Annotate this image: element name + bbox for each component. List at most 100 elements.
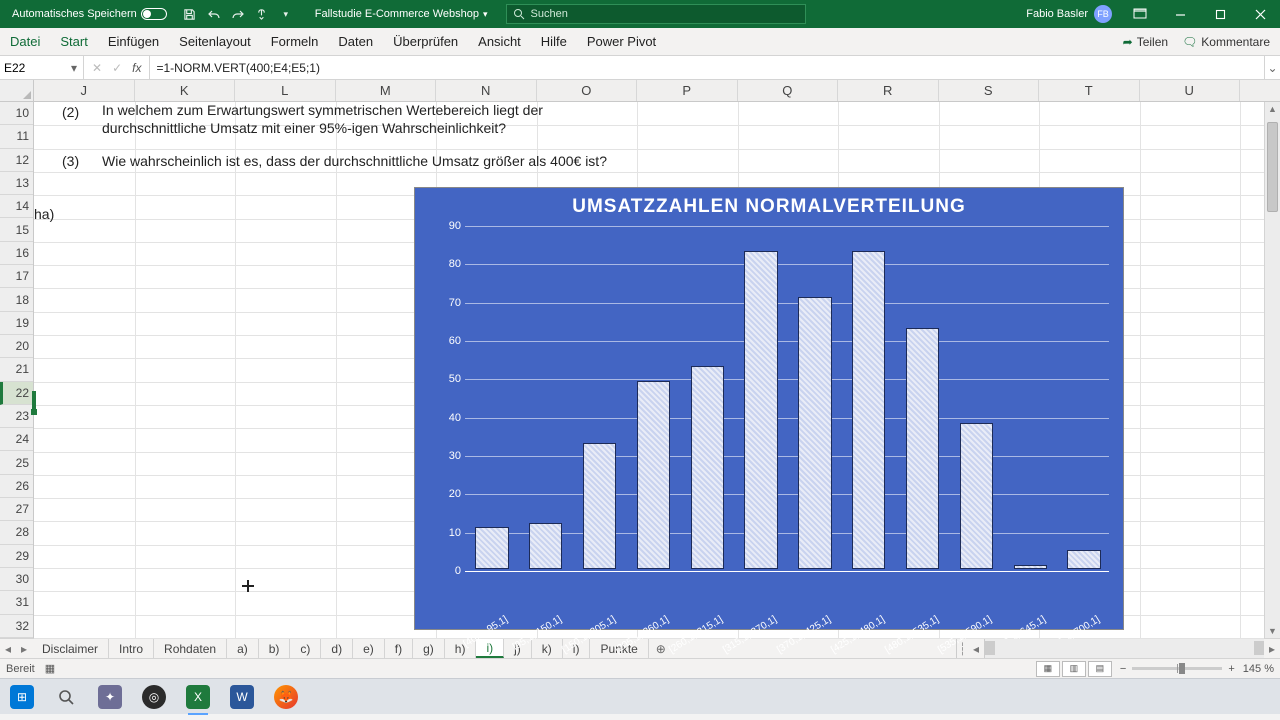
cancel-formula-icon[interactable]: ✕ [92, 61, 102, 75]
expand-formula-icon[interactable]: ⌄ [1264, 56, 1280, 79]
select-all-corner[interactable] [0, 80, 34, 101]
chart-bar[interactable] [852, 251, 885, 569]
row-header[interactable]: 22 [0, 382, 33, 405]
share-button[interactable]: ➦Teilen [1123, 35, 1168, 49]
sheet-tab[interactable]: f) [385, 639, 413, 658]
chart-bar[interactable] [475, 527, 508, 569]
chart-bar[interactable] [1067, 550, 1100, 569]
sheet-nav-prev-icon[interactable]: ▸ [16, 639, 32, 658]
accept-formula-icon[interactable]: ✓ [112, 61, 122, 75]
column-header[interactable]: J [34, 80, 135, 101]
sheet-tab[interactable]: e) [353, 639, 385, 658]
scroll-up-icon[interactable]: ▲ [1265, 102, 1280, 116]
worksheet-area[interactable]: 1011121314151617181920212223242526272829… [0, 102, 1280, 638]
sheet-nav-first-icon[interactable]: ◂ [0, 639, 16, 658]
chart-bar[interactable] [529, 523, 562, 569]
column-header[interactable]: K [135, 80, 236, 101]
vertical-scrollbar[interactable]: ▲ ▼ [1264, 102, 1280, 638]
chart-bar[interactable] [691, 366, 724, 569]
chart-bar[interactable] [906, 328, 939, 570]
sheet-tab[interactable]: d) [321, 639, 353, 658]
column-header[interactable]: N [436, 80, 537, 101]
column-header[interactable]: R [838, 80, 939, 101]
taskbar-search-icon[interactable] [46, 679, 86, 715]
row-header[interactable]: 31 [0, 591, 33, 614]
zoom-value[interactable]: 145 % [1243, 663, 1274, 675]
sheet-tab[interactable]: Disclaimer [32, 639, 109, 658]
scroll-down-icon[interactable]: ▼ [1265, 624, 1280, 638]
redo-icon[interactable] [231, 7, 245, 21]
chart-bar[interactable] [744, 251, 777, 569]
scrollbar-thumb[interactable] [1267, 122, 1278, 212]
taskbar-obs[interactable]: ◎ [134, 679, 174, 715]
row-header[interactable]: 14 [0, 195, 33, 218]
qat-customize-icon[interactable]: ▾ [279, 7, 293, 21]
tab-ansicht[interactable]: Ansicht [468, 28, 531, 55]
column-header[interactable]: S [939, 80, 1040, 101]
chart-bar[interactable] [583, 443, 616, 570]
formula-input[interactable]: =1-NORM.VERT(400;E4;E5;1) [150, 56, 1264, 79]
name-box[interactable]: E22 ▾ [0, 56, 84, 79]
sheet-tab[interactable]: Intro [109, 639, 154, 658]
row-header[interactable]: 18 [0, 288, 33, 311]
chart-bar[interactable] [798, 297, 831, 569]
cell-grid[interactable]: (2) In welchem zum Erwartungswert symmet… [34, 102, 1264, 638]
column-header[interactable]: O [537, 80, 638, 101]
chart-bar[interactable] [1014, 565, 1047, 569]
row-header[interactable]: 17 [0, 265, 33, 288]
zoom-control[interactable]: − + [1120, 663, 1235, 675]
chart-bar[interactable] [637, 381, 670, 569]
fx-icon[interactable]: fx [132, 61, 141, 75]
column-header[interactable]: T [1039, 80, 1140, 101]
tab-ueberpruefen[interactable]: Überprüfen [383, 28, 468, 55]
row-header[interactable]: 23 [0, 405, 33, 428]
row-header[interactable]: 16 [0, 242, 33, 265]
column-header[interactable]: Q [738, 80, 839, 101]
chart-bar[interactable] [960, 423, 993, 569]
tab-powerpivot[interactable]: Power Pivot [577, 28, 666, 55]
touch-icon[interactable] [255, 7, 269, 21]
row-header[interactable]: 19 [0, 312, 33, 335]
start-button[interactable]: ⊞ [2, 679, 42, 715]
sheet-tab[interactable]: b) [259, 639, 291, 658]
macro-record-icon[interactable]: ▦ [45, 662, 55, 675]
sheet-tab[interactable]: c) [290, 639, 321, 658]
row-header[interactable]: 15 [0, 218, 33, 241]
zoom-out-icon[interactable]: − [1120, 663, 1126, 675]
column-header[interactable]: U [1140, 80, 1241, 101]
tab-formeln[interactable]: Formeln [261, 28, 329, 55]
row-header[interactable]: 28 [0, 521, 33, 544]
view-normal-button[interactable]: ▦ [1036, 661, 1060, 677]
autosave-toggle[interactable]: Automatisches Speichern [6, 8, 173, 20]
chevron-down-icon[interactable]: ▾ [67, 59, 81, 77]
row-header[interactable]: 21 [0, 358, 33, 381]
row-header[interactable]: 13 [0, 172, 33, 195]
tab-start[interactable]: Start [50, 28, 97, 55]
row-header[interactable]: 24 [0, 428, 33, 451]
sheet-tab[interactable]: Rohdaten [154, 639, 227, 658]
document-title[interactable]: Fallstudie E-Commerce Webshop ▾ [297, 8, 506, 20]
save-icon[interactable] [183, 7, 197, 21]
tab-seitenlayout[interactable]: Seitenlayout [169, 28, 261, 55]
account-button[interactable]: Fabio Basler FB [1018, 5, 1120, 23]
zoom-in-icon[interactable]: + [1228, 663, 1234, 675]
taskbar-app-1[interactable]: ✦ [90, 679, 130, 715]
undo-icon[interactable] [207, 7, 221, 21]
taskbar-firefox[interactable]: 🦊 [266, 679, 306, 715]
close-button[interactable] [1240, 0, 1280, 28]
chart[interactable]: UMSATZZAHLEN NORMALVERTEILUNG 0102030405… [414, 187, 1124, 630]
sheet-tab[interactable]: a) [227, 639, 259, 658]
view-pagelayout-button[interactable]: ▥ [1062, 661, 1086, 677]
row-header[interactable]: 29 [0, 545, 33, 568]
taskbar-excel[interactable]: X [178, 679, 218, 715]
search-box[interactable]: Suchen [506, 4, 806, 24]
column-header[interactable]: M [336, 80, 437, 101]
column-header[interactable]: P [637, 80, 738, 101]
row-header[interactable]: 30 [0, 568, 33, 591]
row-header[interactable]: 20 [0, 335, 33, 358]
column-header[interactable]: L [235, 80, 336, 101]
zoom-slider[interactable] [1132, 667, 1222, 670]
minimize-button[interactable] [1160, 0, 1200, 28]
tab-daten[interactable]: Daten [328, 28, 383, 55]
hscroll-right-icon[interactable]: ▸ [1264, 639, 1280, 658]
